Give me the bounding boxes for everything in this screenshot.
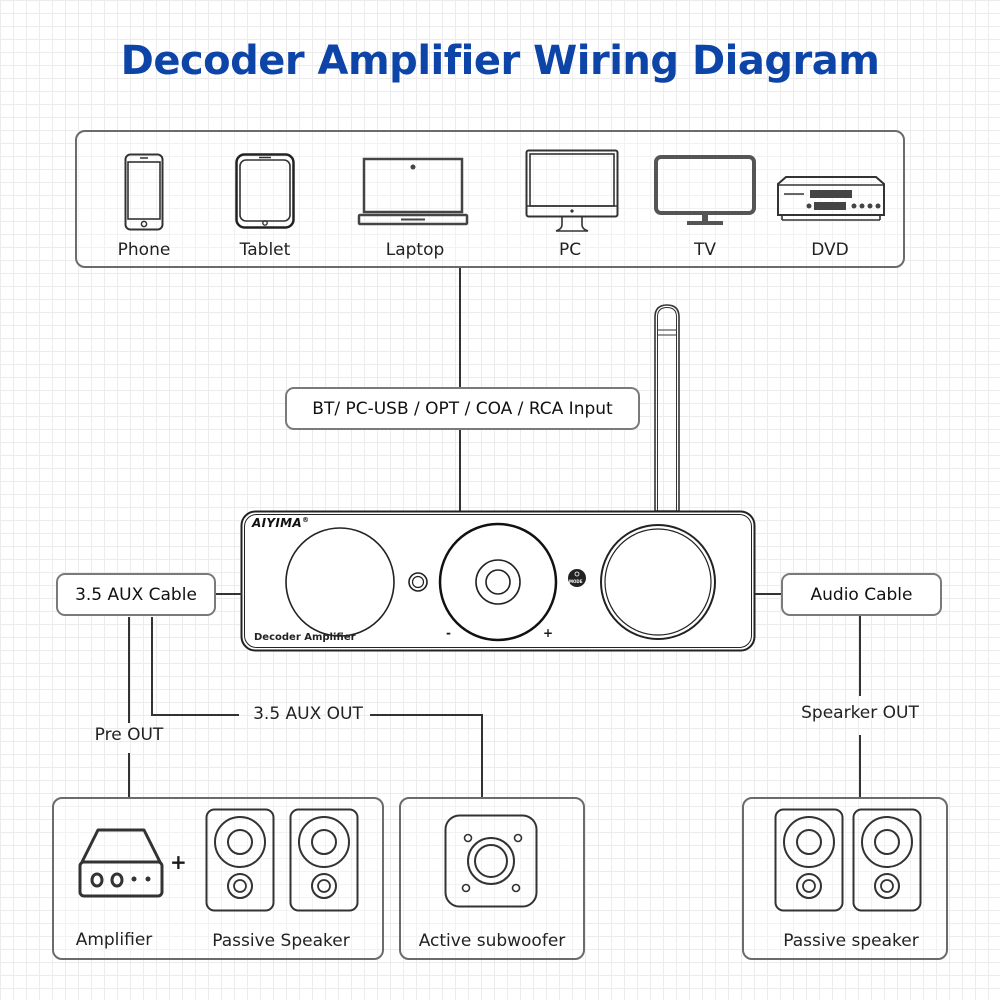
dvd-player-icon [777, 176, 885, 221]
subwoofer-icon [444, 814, 538, 908]
tv-icon [654, 155, 756, 225]
aux-out-line-right [370, 714, 482, 716]
diagram-title: Decoder Amplifier Wiring Diagram [120, 38, 880, 84]
audio-cable-label: Audio Cable [781, 573, 942, 616]
brand-name: AIYIMA [252, 516, 302, 530]
passive-speaker-icon-1 [774, 808, 844, 912]
passive-speaker-icon-2 [852, 808, 922, 912]
amplifier-label: Amplifier [75, 930, 153, 950]
pre-out-line-top [128, 617, 130, 723]
decoder-amplifier-device [240, 510, 756, 652]
phone-icon [124, 153, 164, 231]
pre-out-label: Pre OUT [94, 725, 164, 745]
passive-speaker-label: Passive Speaker [212, 931, 350, 951]
tablet-icon [235, 153, 295, 229]
registered-mark: ® [301, 516, 310, 524]
source-label-pc: PC [558, 240, 582, 260]
desktop-monitor-icon [525, 149, 619, 232]
aux-out-line-down [481, 714, 483, 799]
plus-sign: + [170, 850, 187, 874]
brand-logo: AIYIMA® [252, 516, 309, 530]
speaker-out-label: Spearker OUT [801, 703, 919, 723]
antenna-icon [654, 304, 680, 512]
source-label-tv: TV [693, 240, 716, 260]
aux-out-line-vertical [151, 617, 153, 715]
mode-button-label: MODE [569, 579, 583, 584]
source-label-dvd: DVD [811, 240, 849, 260]
volume-minus-label: - [446, 626, 451, 640]
source-label-phone: Phone [117, 240, 171, 260]
subwoofer-label: Active subwoofer [418, 931, 566, 951]
speaker-out-line-top [859, 616, 861, 696]
aux-cable-connector [216, 593, 242, 595]
laptop-icon [357, 157, 469, 226]
speaker-out-line-bottom [859, 735, 861, 798]
passive-speaker-icon-left [205, 808, 275, 912]
source-label-tablet: Tablet [239, 240, 291, 260]
input-types-label: BT/ PC-USB / OPT / COA / RCA Input [285, 387, 640, 430]
pre-out-line-bottom [128, 753, 130, 799]
aux-cable-label: 3.5 AUX Cable [56, 573, 216, 616]
aux-out-line-left [151, 714, 239, 716]
passive-speaker-icon-right [289, 808, 359, 912]
aux-out-label: 3.5 AUX OUT [253, 704, 363, 724]
volume-plus-label: + [543, 626, 554, 640]
model-label: Decoder Amplifier [254, 632, 356, 643]
passive-speaker-output-label: Passive speaker [783, 931, 919, 951]
source-label-laptop: Laptop [385, 240, 445, 260]
amplifier-icon [78, 828, 164, 898]
audio-cable-connector [755, 593, 781, 595]
